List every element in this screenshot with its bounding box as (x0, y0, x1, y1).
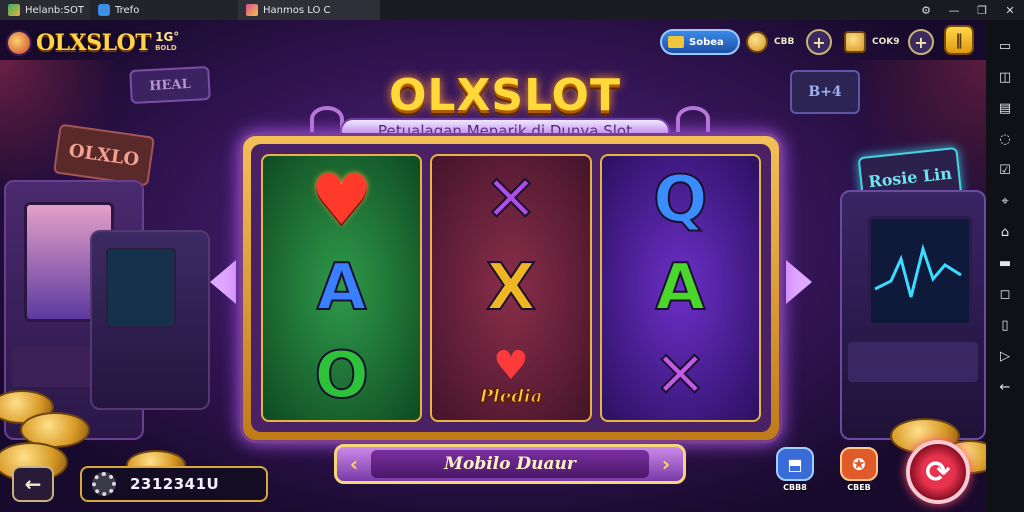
reel-left-decor (210, 260, 236, 304)
back-arrow-icon[interactable]: ← (997, 379, 1013, 395)
logo-badge: 1G° BOLD (155, 30, 180, 52)
home-icon[interactable]: ⌂ (997, 224, 1013, 240)
expand-icon[interactable]: ▷ (997, 348, 1013, 364)
ornament (676, 106, 710, 132)
reel[interactable]: ✕ X ♥ Pledia (430, 154, 592, 422)
tab-label: Trefo (115, 4, 140, 16)
reel[interactable]: ♥ A O (261, 154, 423, 422)
balance-panel: 2312341U (80, 466, 268, 502)
spin-button[interactable]: ⟳ (906, 440, 970, 504)
coin-counter: CBB (746, 29, 794, 55)
letter-q-symbol: Q (652, 163, 708, 237)
purple-x-symbol: ✕ (483, 163, 539, 237)
emulator-tabbar: Helanb:SOT Trefo Hanmos LO C ⚙ — ❐ ✕ (0, 0, 1024, 20)
next-mode-button[interactable]: › (659, 452, 673, 476)
action-button-2[interactable]: ✪ CBEB (834, 442, 884, 492)
tab-trefo[interactable]: Trefo (90, 0, 238, 20)
badge-text: Pledia (479, 385, 543, 407)
green-o-symbol: O (313, 339, 369, 413)
chest-counter: COK9 (844, 29, 900, 55)
close-icon[interactable]: ✕ (996, 0, 1024, 20)
cabinet-panel (848, 342, 978, 382)
reward-icon: ⬒ (776, 447, 814, 481)
gift-icon: ✪ (840, 447, 878, 481)
mode-label[interactable]: Mobilo Duaur (371, 450, 649, 478)
copy-icon[interactable]: ◫ (997, 69, 1013, 85)
waveform-graphic (874, 243, 962, 298)
balance-value: 2312341U (130, 475, 220, 493)
tab-olxslot[interactable]: Helanb:SOT (0, 0, 90, 20)
keyboard-icon[interactable]: ▤ (997, 100, 1013, 116)
arcade-cabinet (90, 230, 210, 410)
screenshot-icon[interactable]: ☑ (997, 162, 1013, 178)
game-title: OLXSLOT (389, 70, 621, 121)
add-chest-button[interactable]: + (908, 29, 934, 55)
cabinet-screen (868, 216, 972, 326)
minimize-icon[interactable]: — (940, 0, 968, 20)
letter-a-symbol: A (655, 251, 707, 325)
action-label: CBB8 (783, 483, 807, 492)
ticket-icon (668, 36, 684, 48)
chest-icon (844, 31, 866, 53)
emulator-sidebar: ▭ ◫ ▤ ◌ ☑ ⌖ ⌂ ▬ ◻ ▯ ▷ ← (986, 20, 1024, 512)
currency-label: Sobea (689, 36, 724, 48)
restore-icon[interactable]: ❐ (968, 0, 996, 20)
reel[interactable]: Q A ✕ (599, 154, 761, 422)
currency-hud: Sobea (660, 29, 740, 55)
arcade-cabinet (840, 190, 986, 440)
reel-right-decor (786, 260, 812, 304)
logo-text: OLXSLOT (36, 30, 152, 56)
action-label: CBEB (847, 483, 871, 492)
add-chest: + (908, 29, 934, 55)
tablet-icon[interactable]: ▯ (997, 317, 1013, 333)
reel-window: ♥ A O ✕ X ♥ Pledia Q A ✕ (251, 144, 771, 432)
tab-hanmos[interactable]: Hanmos LO C (238, 0, 380, 20)
heart-icon: ♥ (493, 342, 529, 389)
neon-sign: HEAL (129, 65, 211, 105)
letter-a-symbol: A (316, 251, 368, 325)
app-icon (98, 4, 110, 16)
action-button-1[interactable]: ⬒ CBB8 (770, 442, 820, 492)
chest-value: COK9 (872, 37, 900, 47)
ornament (310, 106, 344, 132)
mascot-icon (6, 30, 32, 56)
cabinet-screen (106, 248, 176, 328)
folder-icon[interactable]: ◻ (997, 286, 1013, 302)
neon-sign: B+4 (790, 70, 860, 114)
settings-icon[interactable]: ⚙ (912, 0, 940, 20)
tab-label: Helanb:SOT (25, 4, 84, 16)
letter-x-symbol: X (485, 251, 536, 325)
game-viewport: HEAL OLXLO B+4 Rosie Lin OLXSLOT 1G° BOL… (0, 20, 986, 512)
window-controls: ⚙ — ❐ ✕ (912, 0, 1024, 20)
menu: ‖ (944, 25, 974, 55)
coin-icon (746, 31, 768, 53)
currency-pill[interactable]: Sobea (660, 29, 740, 55)
tab-label: Hanmos LO C (263, 4, 331, 16)
mode-selector: ‹ Mobilo Duaur › (334, 444, 686, 484)
volume-icon[interactable]: ▭ (997, 38, 1013, 54)
menu-button[interactable]: ‖ (944, 25, 974, 55)
game-logo: OLXSLOT 1G° BOLD (6, 30, 179, 56)
gear-icon[interactable] (92, 472, 116, 496)
rotate-icon[interactable]: ◌ (997, 131, 1013, 147)
heart-symbol: ♥ (310, 159, 374, 241)
prev-mode-button[interactable]: ‹ (347, 452, 361, 476)
back-button[interactable]: ← (12, 466, 54, 502)
add-coins-button[interactable]: + (806, 29, 832, 55)
app-icon (246, 4, 258, 16)
location-icon[interactable]: ⌖ (997, 193, 1013, 209)
fullscreen-icon[interactable]: ▬ (997, 255, 1013, 271)
heart-badge-symbol: ♥ Pledia (466, 337, 556, 415)
add-coins: + (806, 29, 832, 55)
slot-machine: ♥ A O ✕ X ♥ Pledia Q A ✕ (240, 133, 782, 443)
coin-value: CBB (774, 37, 795, 47)
purple-x-symbol: ✕ (653, 339, 709, 413)
app-icon (8, 4, 20, 16)
